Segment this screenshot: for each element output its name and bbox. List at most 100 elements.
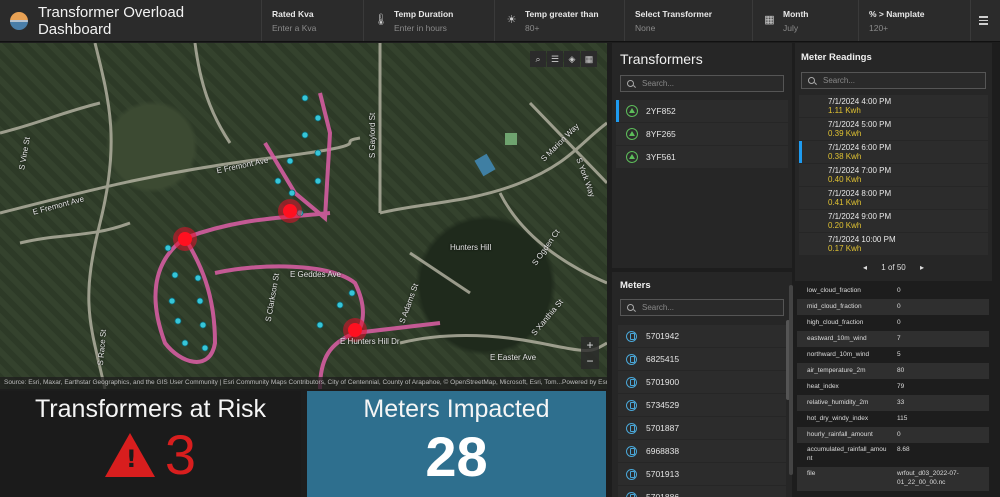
filter-value[interactable]: 120+: [869, 23, 970, 33]
list-item[interactable]: 5701886: [618, 486, 786, 497]
app-title: Transformer Overload Dashboard: [37, 3, 185, 38]
reading-item[interactable]: 7/1/2024 4:00 PM 1.11 Kwh: [799, 95, 988, 117]
table-row: heat_index 79: [807, 383, 905, 390]
filter-temp-duration[interactable]: 🌡 Temp Duration Enter in hours: [364, 0, 495, 41]
list-item[interactable]: 8YF265: [616, 123, 788, 145]
reading-item[interactable]: 7/1/2024 8:00 PM 0.41 Kwh: [799, 187, 988, 209]
list-item[interactable]: 6968838: [618, 440, 786, 462]
attribute-table: low_cloud_fraction 0 mid_cloud_fraction 0 …: [797, 283, 989, 491]
attribution-text: Source: Esri, Maxar, Earthstar Geographi…: [4, 379, 562, 386]
list-item[interactable]: 6825415: [618, 348, 786, 370]
table-row: eastward_10m_wind 7: [797, 331, 989, 347]
table-row: northward_10m_wind 5: [807, 351, 901, 358]
thermometer-icon: 🌡: [374, 14, 388, 26]
list-item[interactable]: 5701942: [618, 325, 786, 347]
filter-value[interactable]: 80+: [525, 23, 624, 33]
zoom-out-button[interactable]: −: [581, 353, 599, 369]
table-row: low_cloud_fraction 0: [807, 287, 901, 294]
list-item[interactable]: 5734529: [618, 394, 786, 416]
panel-title: Transformers: [620, 51, 703, 67]
list-item[interactable]: 5701913: [618, 463, 786, 485]
kpi-title: Transformers at Risk: [34, 395, 267, 423]
table-row: accumulated_rainfall_amou nt 8.68: [807, 446, 910, 462]
zoom-in-button[interactable]: +: [581, 337, 599, 353]
filter-percent-nameplate[interactable]: % > Namplate 120+: [859, 0, 971, 41]
attribute-scrollbar[interactable]: [789, 285, 793, 475]
list-item[interactable]: 2YF852: [616, 100, 788, 122]
transformer-list: 2YF852 8YF265 3YF561: [612, 100, 792, 168]
table-row: file wrfout_d03_2022-07-01_22_00_00.nc: [797, 467, 989, 491]
meter-icon: [626, 491, 637, 497]
next-page-icon[interactable]: ▸: [920, 263, 924, 272]
filter-rated-kva[interactable]: Rated Kva Enter a Kva: [262, 0, 364, 41]
filter-value[interactable]: Enter in hours: [394, 23, 494, 33]
meter-icon: [626, 399, 637, 411]
reading-item[interactable]: 7/1/2024 9:00 PM 0.20 Kwh: [799, 210, 988, 232]
reading-item[interactable]: 7/1/2024 6:00 PM 0.38 Kwh: [799, 141, 988, 163]
reading-search-input[interactable]: [823, 76, 943, 85]
street-label: E Hunters Hill Dr: [340, 337, 400, 346]
reading-item[interactable]: 7/1/2024 10:00 PM 0.17 Kwh: [799, 233, 988, 255]
meter-icon: [626, 468, 637, 480]
meter-icon: [626, 422, 637, 434]
kpi-value: 3: [164, 423, 197, 486]
search-icon: [808, 77, 815, 84]
filter-temp-greater-than[interactable]: ☀ Temp greater than 80+: [495, 0, 625, 41]
meter-search-input[interactable]: [642, 303, 762, 312]
prev-page-icon[interactable]: ◂: [863, 263, 867, 272]
meter-icon: [626, 376, 637, 388]
map-view[interactable]: S Vine St E Fremont Ave E Fremont Ave S …: [0, 43, 607, 389]
transformers-at-risk-card: Transformers at Risk ! 3: [0, 391, 301, 497]
search-tool-icon[interactable]: ⌕: [530, 51, 546, 67]
reading-item[interactable]: 7/1/2024 7:00 PM 0.40 Kwh: [799, 164, 988, 186]
filter-label: Rated Kva: [272, 9, 314, 19]
meters-impacted-card: Meters Impacted 28: [307, 391, 606, 497]
reading-item[interactable]: 7/1/2024 5:00 PM 0.39 Kwh: [799, 118, 988, 140]
filter-value[interactable]: July: [783, 23, 858, 33]
transformers-panel: Transformers 2YF852 8YF265 3YF561: [612, 43, 792, 268]
street-label: S Gaylord St: [368, 112, 378, 159]
street-label: E Easter Ave: [490, 353, 537, 362]
filter-select-transformer[interactable]: Select Transformer None: [625, 0, 753, 41]
list-item[interactable]: 5701900: [618, 371, 786, 393]
list-tool-icon[interactable]: ☰: [547, 51, 563, 67]
menu-icon: [979, 16, 988, 18]
table-row: hourly_rainfall_amount 0: [797, 427, 989, 443]
filter-value[interactable]: Enter a Kva: [272, 23, 363, 33]
map-overlay: [0, 43, 607, 389]
meter-icon: [626, 353, 637, 365]
table-row: hot_dry_windy_index 115: [807, 415, 908, 422]
map-toolbar: ⌕ ☰ ◈ ▦: [530, 51, 597, 67]
kpi-title: Meters Impacted: [363, 395, 550, 423]
filter-label: % > Namplate: [869, 9, 925, 19]
transformer-search-input[interactable]: [642, 79, 762, 88]
filter-month[interactable]: ▦ Month July: [753, 0, 859, 41]
filter-label: Temp greater than: [525, 9, 599, 19]
place-label: Hunters Hill: [450, 243, 492, 252]
meters-panel: Meters 5701942 6825415 5701900 5734529 5…: [612, 272, 792, 497]
reading-search[interactable]: [801, 72, 986, 89]
page-indicator: 1 of 50: [881, 263, 906, 272]
transformer-search[interactable]: [620, 75, 784, 92]
kpi-value: 28: [425, 425, 488, 488]
list-item[interactable]: 3YF561: [616, 146, 788, 168]
table-row: air_temperature_2m 80: [797, 363, 989, 379]
filter-label: Temp Duration: [394, 9, 454, 19]
layers-tool-icon[interactable]: ◈: [564, 51, 580, 67]
list-item[interactable]: 5701887: [618, 417, 786, 439]
zoom-control: + −: [581, 337, 599, 369]
transformer-icon: [626, 105, 638, 117]
warning-icon: !: [104, 433, 155, 477]
search-icon: [627, 80, 634, 87]
street-label: E Geddes Ave: [290, 270, 341, 279]
transformer-icon: [626, 128, 638, 140]
sun-icon: ☀: [506, 14, 517, 26]
meter-icon: [626, 330, 637, 342]
powered-by[interactable]: Powered by Esri: [562, 379, 607, 387]
meter-icon: [626, 445, 637, 457]
menu-button[interactable]: [971, 0, 996, 41]
meter-search[interactable]: [620, 299, 784, 316]
filter-value[interactable]: None: [635, 23, 752, 33]
transformer-icon: [626, 151, 638, 163]
basemap-gallery-icon[interactable]: ▦: [581, 51, 597, 67]
